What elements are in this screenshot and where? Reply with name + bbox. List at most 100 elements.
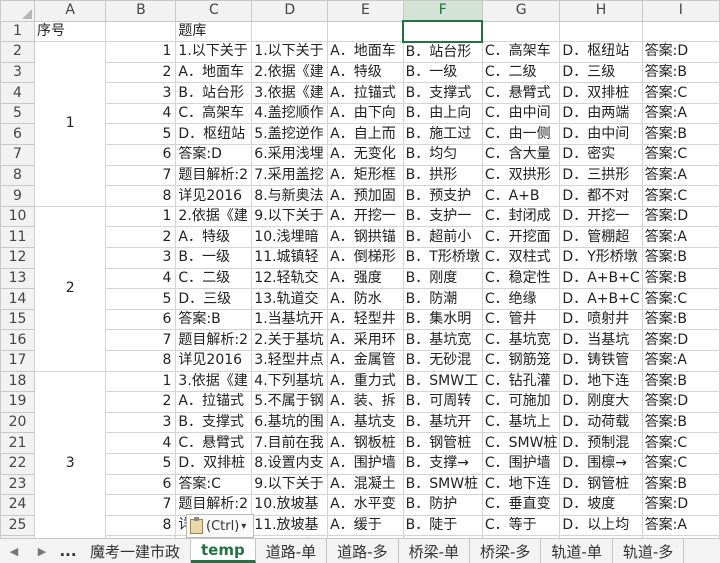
cell[interactable]: D．坡度 — [559, 494, 643, 516]
cell[interactable]: C．可施加 — [481, 391, 561, 413]
sheet-tab[interactable]: 魔考一建市政 — [80, 539, 192, 563]
cell[interactable]: C．A+B — [481, 185, 561, 207]
cell[interactable]: C．悬臂式 — [175, 432, 253, 454]
cell[interactable]: 9.以下关于 — [251, 205, 329, 228]
row-header[interactable]: 7 — [0, 144, 35, 166]
cell[interactable]: 答案:B — [641, 370, 720, 393]
cell[interactable]: B．防潮 — [402, 288, 483, 310]
cell[interactable]: A．自上而 — [327, 123, 404, 146]
cell[interactable]: 答案:A — [641, 514, 720, 537]
cell[interactable]: 3.依据《建 — [175, 370, 253, 393]
cell[interactable]: C．由一侧 — [481, 123, 561, 146]
cell[interactable]: 4.盖挖顺作 — [251, 102, 329, 125]
cell[interactable]: 8.设置内支 — [251, 452, 329, 475]
cell[interactable]: A．由下向 — [327, 102, 404, 125]
row-header[interactable]: 20 — [0, 411, 35, 434]
cell[interactable]: B．支撑式 — [402, 82, 483, 104]
cell[interactable]: B．T形桥墩 — [402, 247, 483, 269]
cell[interactable]: C．二级 — [175, 267, 253, 290]
merged-group-cell[interactable]: 1 — [33, 41, 107, 207]
scroll-tabs-right-icon[interactable]: ▶ — [28, 539, 56, 563]
cell[interactable]: 5.盖挖逆作 — [251, 123, 329, 146]
cell[interactable]: 10.浅埋暗 — [251, 226, 329, 249]
cell[interactable]: 6 — [105, 473, 177, 496]
cell[interactable]: A．采用环 — [327, 329, 404, 351]
cell[interactable]: 题目解析:2 — [175, 494, 253, 516]
row-header[interactable]: 8 — [0, 164, 35, 187]
cell[interactable]: 1 — [105, 205, 177, 228]
cell[interactable]: D．双排桩 — [559, 82, 643, 104]
cell[interactable] — [251, 20, 329, 43]
row-header[interactable]: 4 — [0, 82, 35, 104]
cell[interactable]: 答案:A — [641, 226, 720, 249]
row-header[interactable]: 13 — [0, 267, 35, 290]
cell[interactable]: 8 — [105, 350, 177, 372]
cell[interactable]: 答案:C — [641, 452, 720, 475]
cell[interactable]: 序号 — [33, 20, 107, 43]
cell[interactable]: A．拉锚式 — [175, 391, 253, 413]
cell[interactable]: B．SMW工 — [402, 370, 483, 393]
cell[interactable]: 答案:B — [641, 123, 720, 146]
cell[interactable]: 5.不属于钢 — [251, 391, 329, 413]
cell[interactable]: 4 — [105, 432, 177, 454]
cell[interactable]: A．防水 — [327, 288, 404, 310]
row-header[interactable]: 25 — [0, 514, 35, 537]
row-header[interactable]: 23 — [0, 473, 35, 496]
cell[interactable]: D．以上均 — [559, 514, 643, 537]
sheet-tab[interactable]: temp — [191, 539, 256, 563]
cell[interactable]: D．A+B+C — [559, 267, 643, 290]
cell[interactable]: 7 — [105, 494, 177, 516]
cell[interactable]: 10.放坡基 — [251, 494, 329, 516]
cell[interactable]: A．特级 — [327, 61, 404, 84]
select-all-corner[interactable] — [0, 0, 35, 22]
column-header[interactable]: C — [175, 0, 253, 22]
row-header[interactable]: 15 — [0, 308, 35, 331]
cell[interactable]: 答案:C — [641, 185, 720, 207]
cell[interactable]: 答案:D — [175, 144, 253, 166]
cell[interactable]: 1.当基坑开 — [251, 308, 329, 331]
cell[interactable]: A．装、拆 — [327, 391, 404, 413]
cell[interactable]: D．地下连 — [559, 370, 643, 393]
column-header[interactable]: H — [559, 0, 643, 22]
merged-group-cell[interactable]: 3 — [33, 370, 107, 538]
row-header[interactable]: 1 — [0, 20, 35, 43]
cell[interactable]: 9.以下关于 — [251, 473, 329, 496]
cell[interactable]: A．倒梯形 — [327, 247, 404, 269]
cell[interactable]: B．钢管桩 — [402, 432, 483, 454]
cell[interactable]: C．基坑宽 — [481, 329, 561, 351]
cell[interactable]: C．钻孔灌 — [481, 370, 561, 393]
cell[interactable]: 5 — [105, 288, 177, 310]
column-header[interactable]: I — [641, 0, 720, 22]
sheet-tab[interactable]: 桥梁-多 — [470, 539, 542, 563]
cell[interactable]: A．缓于 — [327, 514, 404, 537]
cell[interactable]: D．由两端 — [559, 102, 643, 125]
row-header[interactable]: 22 — [0, 452, 35, 475]
cell[interactable]: 答案:C — [641, 144, 720, 166]
sheet-tab[interactable]: 道路-多 — [327, 539, 399, 563]
cell[interactable]: D．都不对 — [559, 185, 643, 207]
cell[interactable]: B．SMW桩 — [402, 473, 483, 496]
cell[interactable] — [402, 20, 484, 43]
cell[interactable]: B．基坑宽 — [402, 329, 483, 351]
cell[interactable]: D．枢纽站 — [175, 123, 253, 146]
cell[interactable]: D．围檩→ — [559, 452, 643, 475]
cell[interactable]: B．站台形 — [402, 41, 483, 63]
row-header[interactable]: 11 — [0, 226, 35, 249]
cell[interactable]: 2.关于基坑 — [251, 329, 329, 351]
cell[interactable]: 1.以下关于 — [175, 41, 253, 63]
cell[interactable]: A．围护墙 — [327, 452, 404, 475]
cell[interactable]: 答案:A — [641, 164, 720, 187]
cell[interactable]: 答案:B — [175, 308, 253, 331]
cell[interactable]: 8.与新奥法 — [251, 185, 329, 207]
cell[interactable]: C．钢筋笼 — [481, 350, 561, 372]
cell[interactable]: 3 — [105, 247, 177, 269]
row-header[interactable]: 6 — [0, 123, 35, 146]
cell[interactable]: C．管井 — [481, 308, 561, 331]
cell[interactable]: 11.放坡基 — [251, 514, 329, 537]
row-header[interactable]: 14 — [0, 288, 35, 310]
cell[interactable]: D．枢纽站 — [559, 41, 643, 63]
cell[interactable]: 3 — [105, 411, 177, 434]
cell[interactable]: A．拉锚式 — [327, 82, 404, 104]
cell[interactable]: D．三级 — [559, 61, 643, 84]
cell[interactable]: 答案:C — [175, 473, 253, 496]
